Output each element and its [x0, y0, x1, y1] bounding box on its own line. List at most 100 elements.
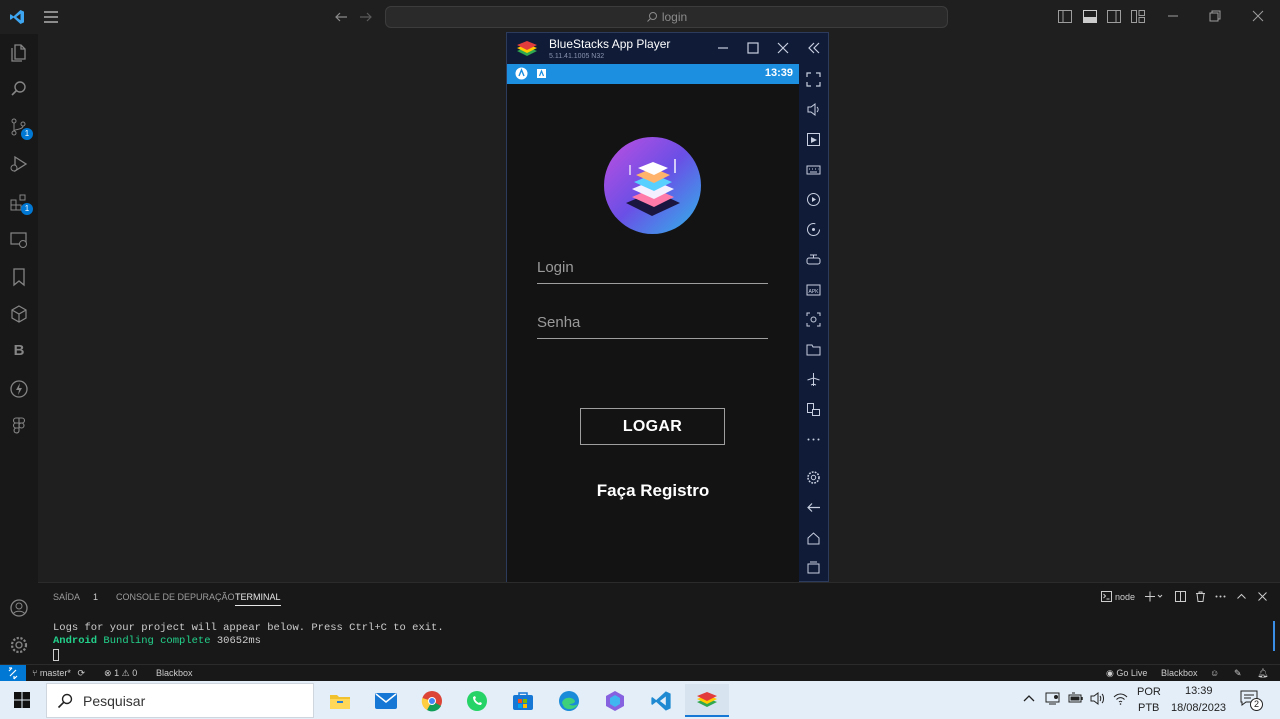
bluestacks-taskbar-icon[interactable] — [685, 684, 729, 717]
taskbar-search[interactable]: Pesquisar — [46, 683, 314, 718]
notification-center-icon[interactable]: 2 — [1240, 690, 1264, 711]
multi-instance-icon[interactable] — [806, 402, 821, 417]
game-controls-icon[interactable] — [806, 252, 821, 267]
bs-minimize-icon[interactable] — [717, 42, 729, 54]
blackbox-b-icon[interactable]: B — [9, 342, 29, 362]
figma-icon[interactable] — [9, 416, 29, 436]
menu-icon[interactable] — [43, 10, 59, 24]
lightning-icon[interactable] — [9, 379, 29, 399]
edge-icon[interactable] — [547, 684, 591, 717]
android-status-bar: 13:39 — [507, 64, 799, 84]
windows-start-icon[interactable] — [14, 692, 30, 708]
input-language[interactable]: POR — [1137, 686, 1161, 698]
extensions-badge: 1 — [21, 203, 33, 215]
toggle-primary-sidebar-icon[interactable] — [1058, 10, 1072, 23]
android-back-icon[interactable] — [806, 500, 821, 515]
login-input[interactable] — [537, 252, 768, 283]
forward-arrow-icon[interactable] — [359, 10, 373, 24]
screen-cast-icon[interactable] — [806, 132, 821, 147]
install-apk-icon[interactable]: APK — [806, 282, 821, 297]
keyboard-icon[interactable] — [806, 162, 821, 177]
bs-maximize-icon[interactable] — [747, 42, 759, 54]
package-cube-icon[interactable] — [9, 304, 29, 324]
folder-icon[interactable] — [806, 342, 821, 357]
maximize-panel-icon[interactable] — [1236, 591, 1247, 602]
microsoft-store-icon[interactable] — [501, 684, 545, 717]
chrome-icon[interactable] — [410, 684, 454, 717]
bluestacks-window: BlueStacks App Player 5.11.41.1005 N32 1… — [506, 32, 829, 582]
macro-recorder-icon[interactable] — [806, 192, 821, 207]
remote-indicator[interactable] — [0, 665, 26, 682]
keyboard-layout[interactable]: PTB — [1138, 702, 1159, 714]
run-debug-icon[interactable] — [9, 154, 29, 174]
remote-explorer-icon[interactable] — [9, 230, 29, 250]
tab-debug-console[interactable]: CONSOLE DE DEPURAÇÃO — [116, 592, 235, 602]
fullscreen-icon[interactable] — [806, 72, 821, 87]
bs-settings-gear-icon[interactable] — [806, 470, 821, 485]
explorer-icon[interactable] — [9, 42, 29, 62]
split-terminal-icon[interactable] — [1175, 591, 1186, 602]
bs-collapse-sidebar-icon[interactable] — [808, 42, 820, 54]
tab-output[interactable]: SAÍDA 1 — [53, 592, 98, 602]
terminal-profile[interactable]: node — [1101, 591, 1135, 602]
clock-time[interactable]: 13:39 — [1185, 685, 1213, 697]
taskbar-search-placeholder: Pesquisar — [83, 692, 146, 709]
branch-status[interactable]: ⑂ master* ⟳ — [32, 668, 85, 679]
windows-taskbar: Pesquisar POR PTB 13:39 18/08/2023 2 — [0, 681, 1280, 719]
settings-gear-icon[interactable] — [9, 635, 29, 655]
tab-terminal[interactable]: TERMINAL — [235, 592, 281, 606]
register-link[interactable]: Faça Registro — [507, 481, 799, 501]
accounts-icon[interactable] — [9, 598, 29, 618]
copilot-app-icon[interactable] — [593, 684, 637, 717]
bs-close-icon[interactable] — [777, 42, 789, 54]
trash-icon[interactable] — [1195, 591, 1206, 602]
more-actions-icon[interactable] — [1215, 591, 1226, 602]
mail-icon[interactable] — [364, 684, 408, 717]
whatsapp-icon[interactable] — [455, 684, 499, 717]
android-recents-icon[interactable] — [806, 560, 821, 575]
password-input[interactable] — [537, 307, 768, 338]
login-field[interactable] — [537, 252, 768, 284]
blackbox-status[interactable]: Blackbox — [156, 668, 193, 678]
login-button[interactable]: LOGAR — [580, 408, 725, 445]
search-icon — [646, 11, 658, 23]
extensions-icon[interactable]: 1 — [9, 192, 33, 215]
password-field[interactable] — [537, 307, 768, 339]
source-control-icon[interactable]: 1 — [9, 117, 33, 140]
battery-icon[interactable] — [1068, 692, 1084, 704]
back-arrow-icon[interactable] — [334, 10, 348, 24]
screenshot-icon[interactable] — [806, 312, 821, 327]
vscode-taskbar-icon[interactable] — [639, 684, 683, 717]
close-icon[interactable] — [1252, 10, 1264, 22]
blackbox-right-status[interactable]: Blackbox — [1161, 668, 1198, 678]
meet-now-icon[interactable] — [1045, 692, 1060, 705]
rotate-icon[interactable] — [806, 222, 821, 237]
file-explorer-icon[interactable] — [318, 684, 362, 717]
notifications-bell-icon[interactable]: 🔔︎ — [1257, 668, 1268, 679]
problems-status[interactable]: ⊗ 1 ⚠ 0 — [104, 668, 137, 679]
more-options-icon[interactable] — [806, 432, 821, 447]
go-live-status[interactable]: ◉ Go Live — [1106, 668, 1147, 679]
toggle-secondary-sidebar-icon[interactable] — [1107, 10, 1121, 23]
close-panel-icon[interactable] — [1257, 591, 1268, 602]
vscode-logo-icon[interactable] — [9, 9, 25, 25]
android-home-icon[interactable] — [806, 531, 821, 546]
tray-overflow-chevron-icon[interactable] — [1023, 693, 1035, 703]
toggle-panel-icon[interactable] — [1083, 10, 1097, 23]
volume-icon[interactable] — [806, 102, 821, 117]
restore-icon[interactable] — [1209, 10, 1221, 22]
bookmark-icon[interactable] — [9, 267, 29, 287]
customize-layout-icon[interactable] — [1131, 10, 1145, 23]
airplane-mode-icon[interactable] — [806, 372, 821, 387]
speaker-icon[interactable] — [1090, 692, 1105, 705]
copilot-icon[interactable]: ☺ — [1210, 668, 1219, 678]
terminal-scroll-indicator[interactable] — [1273, 621, 1275, 651]
minimize-icon[interactable] — [1167, 10, 1179, 22]
clock-date[interactable]: 18/08/2023 — [1171, 702, 1226, 714]
wifi-icon[interactable] — [1113, 692, 1128, 705]
new-terminal-plus-icon[interactable] — [1145, 591, 1163, 602]
feedback-icon[interactable]: ✎ — [1234, 668, 1242, 679]
terminal-profile-name: node — [1115, 591, 1136, 602]
search-icon[interactable] — [9, 79, 29, 99]
command-center-search[interactable]: login — [385, 6, 948, 28]
